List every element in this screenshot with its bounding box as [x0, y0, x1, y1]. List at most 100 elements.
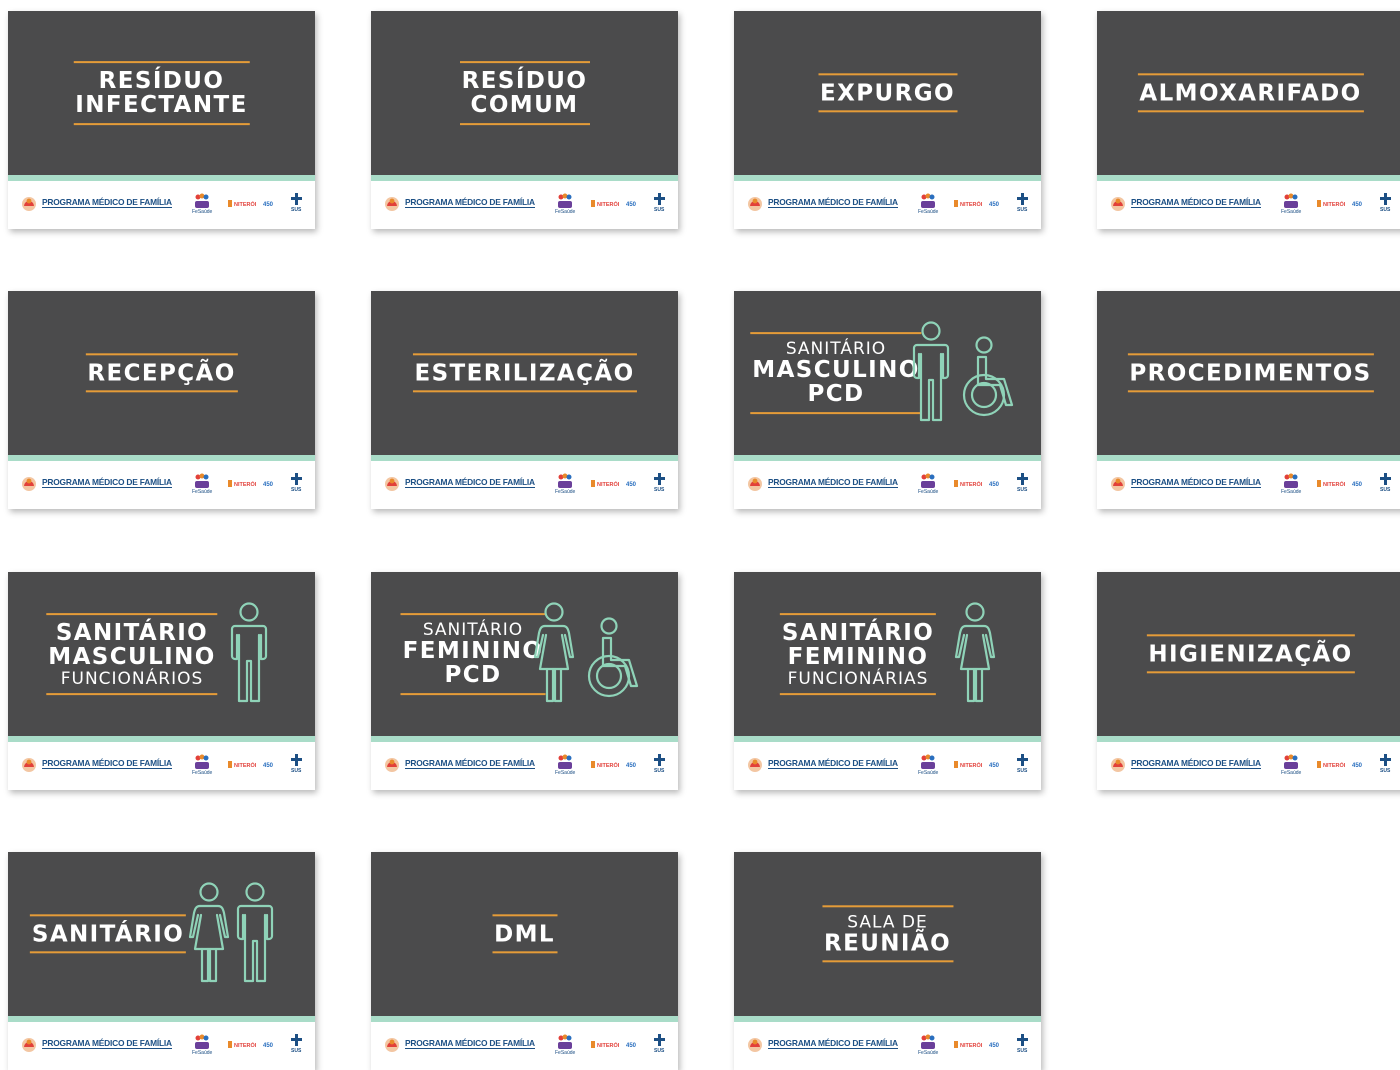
bottom-rule — [46, 692, 218, 695]
sus-label: SUS — [1017, 207, 1028, 213]
sign-text-line: FEMININO — [402, 638, 544, 665]
bottom-rule — [1137, 110, 1364, 113]
niteroi-logo-icon: NITERÓI 450 — [228, 761, 274, 769]
sign-icons — [910, 321, 1024, 423]
bottom-rule — [818, 110, 957, 113]
sign-icons — [533, 602, 655, 704]
svg-text:NITERÓI: NITERÓI — [960, 480, 983, 488]
niteroi-logo-icon: NITERÓI 450 — [228, 1041, 274, 1049]
sign-title: EXPURGO — [818, 73, 957, 113]
room-sign: SANITÁRIO FEMININO FUNCIONÁRIAS PROGRAMA M… — [734, 572, 1041, 790]
svg-text:NITERÓI: NITERÓI — [597, 1041, 620, 1049]
svg-text:NITERÓI: NITERÓI — [234, 761, 257, 769]
pmf-logo-icon — [22, 1038, 36, 1052]
sus-cross-icon — [291, 473, 302, 485]
sign-title: RESÍDUO INFECTANTE — [73, 61, 250, 125]
sign-panel: DML — [371, 852, 678, 1016]
sign-text-line: ESTERILIZAÇÃO — [414, 360, 635, 387]
svg-text:NITERÓI: NITERÓI — [234, 200, 257, 208]
sign-title: SANITÁRIO FEMININO PCD — [400, 613, 546, 695]
fesaude-label: FeSaúde — [192, 209, 213, 215]
room-sign: PROCEDIMENTOS PROGRAMA MÉDICO DE FAMÍLIA… — [1097, 291, 1400, 509]
sus-label: SUS — [1380, 487, 1391, 493]
bottom-rule — [1127, 390, 1374, 393]
room-sign: SANITÁRIO PROGRAMA MÉDICO DE FAMÍLIA FeS… — [8, 852, 315, 1070]
bottom-rule — [822, 960, 953, 963]
niteroi-logo-icon: NITERÓI 450 — [591, 1041, 637, 1049]
room-sign: EXPURGO PROGRAMA MÉDICO DE FAMÍLIA FeSaú… — [734, 11, 1041, 229]
sign-panel: SANITÁRIO MASCULINO PCD — [734, 291, 1041, 455]
svg-text:450: 450 — [989, 202, 1000, 208]
program-label: PROGRAMA MÉDICO DE FAMÍLIA — [768, 1038, 898, 1049]
pmf-logo-icon — [1111, 477, 1125, 491]
sign-text-line: HIGIENIZAÇÃO — [1148, 641, 1353, 668]
niteroi-logo-icon: NITERÓI 450 — [954, 200, 1000, 208]
sus-cross-icon — [1380, 473, 1391, 485]
sign-footer: PROGRAMA MÉDICO DE FAMÍLIA FeSaúde NITER… — [371, 742, 678, 790]
svg-text:NITERÓI: NITERÓI — [597, 761, 620, 769]
fesaude-label: FeSaúde — [918, 1050, 939, 1056]
svg-text:NITERÓI: NITERÓI — [234, 480, 257, 488]
sign-footer: PROGRAMA MÉDICO DE FAMÍLIA FeSaúde NITER… — [734, 1022, 1041, 1070]
bottom-rule — [459, 122, 590, 125]
bottom-rule — [492, 951, 557, 954]
sign-text-line: SALA DE — [847, 912, 928, 933]
niteroi-logo-icon: NITERÓI 450 — [954, 480, 1000, 488]
pmf-logo-icon — [385, 758, 399, 772]
sign-footer: PROGRAMA MÉDICO DE FAMÍLIA FeSaúde NITER… — [371, 181, 678, 229]
fesaude-label: FeSaúde — [555, 209, 576, 215]
sus-label: SUS — [291, 207, 302, 213]
niteroi-logo-icon: NITERÓI 450 — [1317, 480, 1363, 488]
pmf-logo-icon — [22, 197, 36, 211]
fesaude-label: FeSaúde — [918, 209, 939, 215]
sus-label: SUS — [291, 768, 302, 774]
svg-text:450: 450 — [989, 1043, 1000, 1049]
bottom-rule — [29, 951, 186, 954]
sign-panel: PROCEDIMENTOS — [1097, 291, 1400, 455]
pmf-logo-icon — [1111, 758, 1125, 772]
sign-panel: SANITÁRIO FEMININO FUNCIONÁRIAS — [734, 572, 1041, 736]
niteroi-logo-icon: NITERÓI 450 — [591, 200, 637, 208]
sign-title: RECEPÇÃO — [85, 353, 238, 393]
pmf-logo-icon — [748, 197, 762, 211]
sign-title: SANITÁRIO — [29, 914, 186, 954]
sign-text-line: FUNCIONÁRIAS — [787, 668, 929, 689]
fesaude-label: FeSaúde — [192, 489, 213, 495]
sus-label: SUS — [654, 487, 665, 493]
room-sign: RESÍDUO INFECTANTE PROGRAMA MÉDICO DE FAM… — [8, 11, 315, 229]
svg-text:NITERÓI: NITERÓI — [597, 200, 620, 208]
sign-footer: PROGRAMA MÉDICO DE FAMÍLIA FeSaúde NITER… — [371, 461, 678, 509]
svg-text:NITERÓI: NITERÓI — [597, 480, 620, 488]
sign-title: SANITÁRIO FEMININO FUNCIONÁRIAS — [779, 613, 936, 695]
svg-text:NITERÓI: NITERÓI — [1323, 761, 1346, 769]
niteroi-logo-icon: NITERÓI 450 — [228, 200, 274, 208]
male-icon — [236, 882, 274, 983]
program-label: PROGRAMA MÉDICO DE FAMÍLIA — [42, 1038, 172, 1049]
sign-text-line: RESÍDUO — [461, 68, 588, 95]
program-label: PROGRAMA MÉDICO DE FAMÍLIA — [405, 197, 535, 208]
fesaude-label: FeSaúde — [1281, 209, 1302, 215]
sign-text-line: MASCULINO — [48, 644, 216, 671]
svg-text:NITERÓI: NITERÓI — [960, 1041, 983, 1049]
room-sign: SANITÁRIO MASCULINO PCD PROGRAMA MÉDICO DE… — [734, 291, 1041, 509]
sign-text-line: SANITÁRIO — [422, 620, 524, 641]
fesaude-label: FeSaúde — [192, 770, 213, 776]
program-label: PROGRAMA MÉDICO DE FAMÍLIA — [42, 758, 172, 769]
sign-text-line: RESÍDUO — [98, 68, 225, 95]
sign-panel: SALA DE REUNIÃO — [734, 852, 1041, 1016]
sign-text-line: MASCULINO — [752, 357, 920, 384]
svg-text:450: 450 — [989, 482, 1000, 488]
sign-footer: PROGRAMA MÉDICO DE FAMÍLIA FeSaúde NITER… — [371, 1022, 678, 1070]
sign-title: HIGIENIZAÇÃO — [1146, 634, 1355, 674]
pmf-logo-icon — [1111, 197, 1125, 211]
program-label: PROGRAMA MÉDICO DE FAMÍLIA — [768, 197, 898, 208]
sign-footer: PROGRAMA MÉDICO DE FAMÍLIA FeSaúde NITER… — [734, 742, 1041, 790]
sus-label: SUS — [654, 207, 665, 213]
sign-footer: PROGRAMA MÉDICO DE FAMÍLIA FeSaúde NITER… — [8, 181, 315, 229]
pmf-logo-icon — [748, 477, 762, 491]
pmf-logo-icon — [385, 1038, 399, 1052]
pmf-logo-icon — [22, 758, 36, 772]
sign-panel: SANITÁRIO MASCULINO FUNCIONÁRIOS — [8, 572, 315, 736]
svg-text:450: 450 — [263, 202, 274, 208]
sign-text-line: COMUM — [470, 92, 579, 119]
